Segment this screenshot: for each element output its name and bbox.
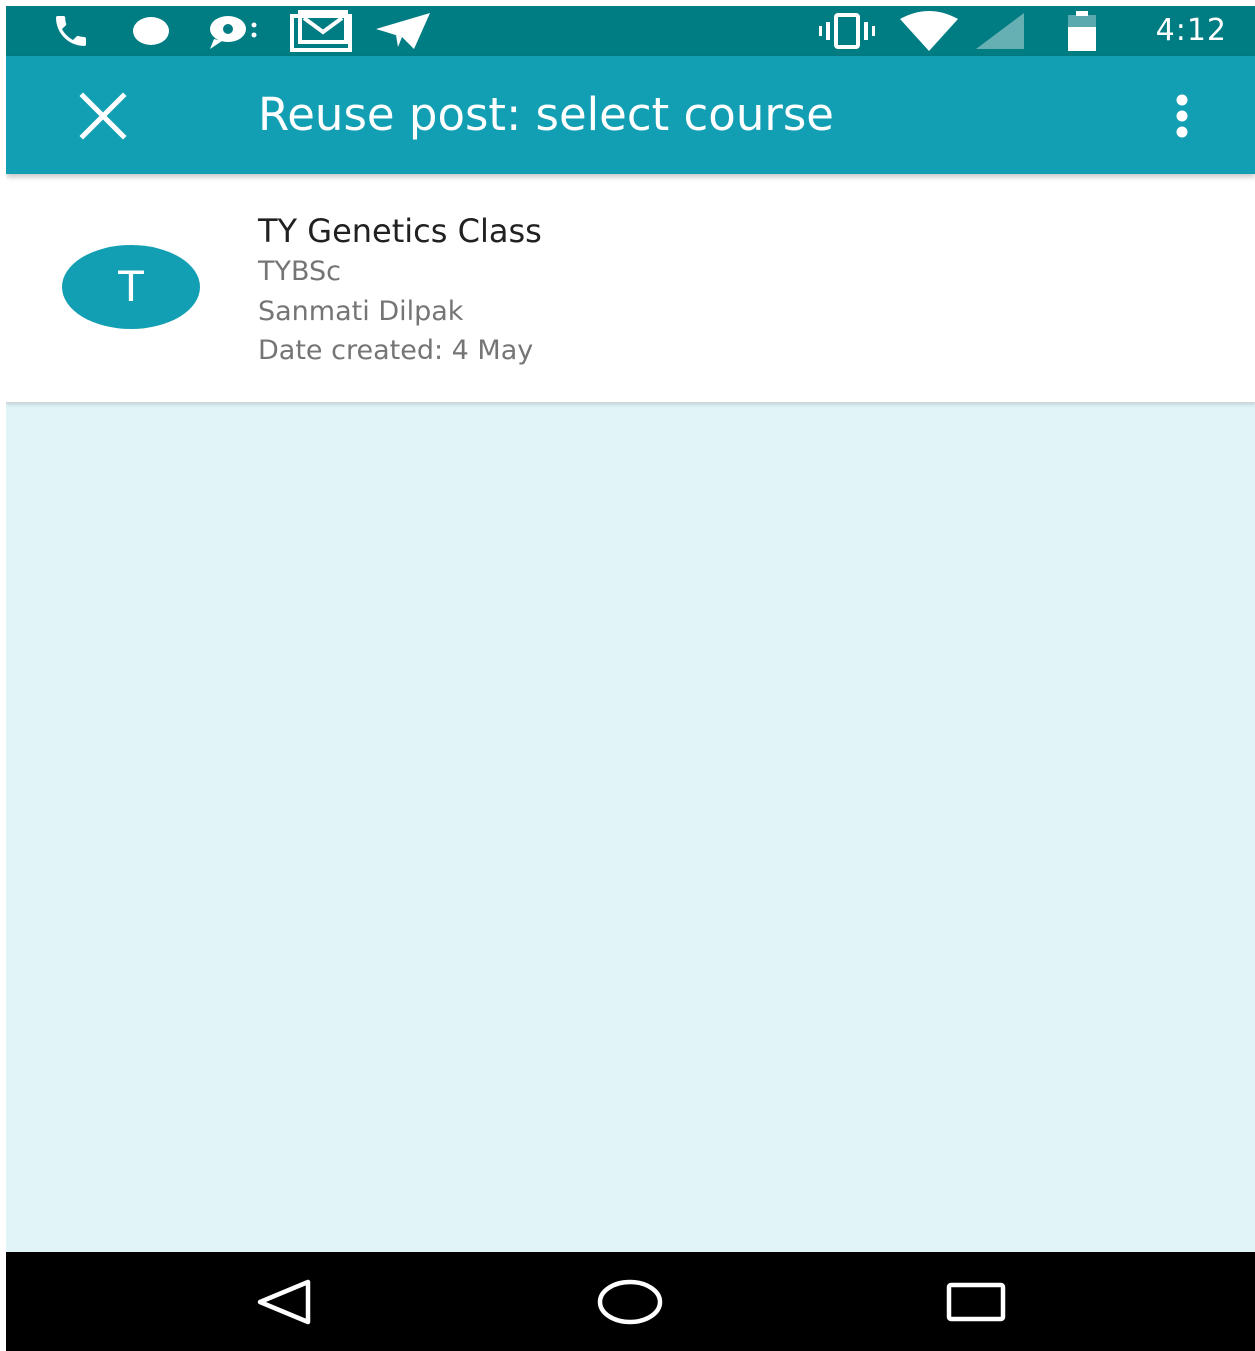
more-vert-icon <box>1176 94 1188 138</box>
home-button[interactable] <box>575 1252 685 1351</box>
close-icon <box>79 92 127 140</box>
signal-icon <box>970 6 1030 56</box>
vibrate-icon <box>814 6 880 56</box>
back-icon <box>257 1279 311 1324</box>
battery-icon <box>1060 6 1104 56</box>
chat-bubble-icon <box>204 6 264 56</box>
phone-icon <box>44 6 98 56</box>
course-title: TY Genetics Class <box>258 212 542 250</box>
home-icon <box>597 1279 663 1324</box>
more-options-button[interactable] <box>1159 86 1205 146</box>
telegram-icon <box>372 6 434 56</box>
screen: 4:12 Reuse post: select course T TY Gene… <box>6 6 1255 1351</box>
recents-icon <box>946 1282 1006 1321</box>
gmail-icon <box>288 6 354 56</box>
course-teacher: Sanmati Dilpak <box>258 296 464 327</box>
status-bar: 4:12 <box>6 6 1255 56</box>
close-button[interactable] <box>68 86 138 146</box>
status-time: 4:12 <box>1155 13 1227 48</box>
recents-button[interactable] <box>921 1252 1031 1351</box>
wifi-icon <box>896 6 962 56</box>
navigation-bar <box>6 1252 1255 1351</box>
course-avatar: T <box>62 245 200 329</box>
course-section: TYBSc <box>258 256 342 287</box>
course-list-item[interactable]: T TY Genetics Class TYBSc Sanmati Dilpak… <box>6 174 1255 403</box>
course-date-created: Date created: 4 May <box>258 335 534 366</box>
back-button[interactable] <box>228 1252 338 1351</box>
page-title: Reuse post: select course <box>258 88 834 141</box>
dot-icon <box>124 6 178 56</box>
app-bar: Reuse post: select course <box>6 56 1255 174</box>
